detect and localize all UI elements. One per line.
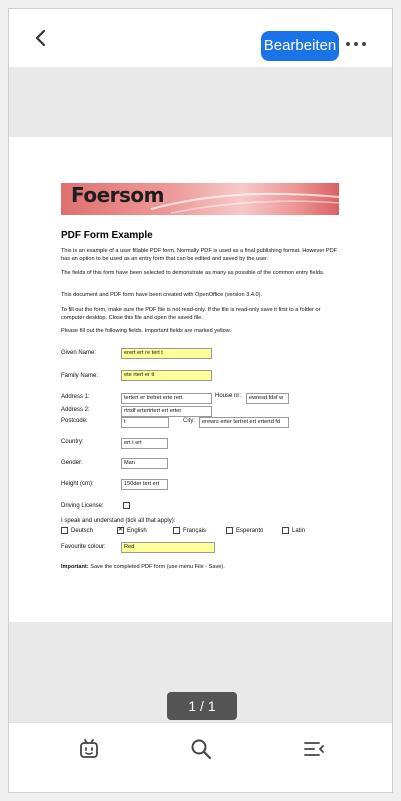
- address1-label: Address 1:: [61, 394, 90, 400]
- back-chevron-icon[interactable]: [31, 27, 51, 49]
- gender-label: Gender:: [61, 460, 83, 466]
- given-name-field[interactable]: erert ert re tert t: [121, 348, 212, 359]
- label-francais: Français: [183, 528, 207, 534]
- checkbox-deutsch[interactable]: [61, 527, 68, 534]
- foersom-logo-banner: Foersom: [61, 183, 339, 215]
- address2-field[interactable]: rtrtdf ertertrtert ert erter: [121, 406, 212, 417]
- paragraph-intro: This is an example of a user fillable PD…: [61, 248, 338, 262]
- pdf-page-content: Foersom PDF Form Example This is an exam…: [61, 137, 341, 622]
- important-text: Save the completed PDF form (use menu Fi…: [88, 564, 225, 570]
- edit-button[interactable]: Bearbeiten: [261, 31, 339, 61]
- favourite-colour-select[interactable]: Red: [121, 542, 215, 553]
- languages-label: I speak and understand (tick all that ap…: [61, 518, 176, 524]
- label-english: English: [127, 528, 147, 534]
- favourite-colour-label: Favourite colour:: [61, 544, 106, 550]
- label-deutsch: Deutsch: [71, 528, 94, 534]
- search-icon[interactable]: [189, 737, 213, 761]
- document-title: PDF Form Example: [61, 230, 153, 241]
- ai-assistant-icon[interactable]: [77, 737, 101, 761]
- paragraph-readonly: To fill out the form, make sure the PDF …: [61, 307, 321, 321]
- height-label: Height (cm):: [61, 481, 94, 487]
- app-window: Bearbeiten Foersom PDF Form Example This…: [8, 8, 393, 793]
- checkbox-latin[interactable]: [282, 527, 289, 534]
- family-name-label: Family Name:: [61, 373, 99, 379]
- paragraph-fields: The fields of this form have been select…: [61, 270, 325, 276]
- top-bar: Bearbeiten: [9, 9, 392, 67]
- address2-label: Address 2:: [61, 407, 90, 413]
- checkbox-francais[interactable]: [173, 527, 180, 534]
- page-indicator: 1 / 1: [167, 692, 237, 720]
- family-name-field[interactable]: ete rtert er tt: [121, 370, 212, 381]
- checkbox-english[interactable]: ✕: [117, 527, 124, 534]
- label-esperanto: Esperanto: [236, 528, 264, 534]
- pdf-page: Foersom PDF Form Example This is an exam…: [9, 137, 392, 622]
- house-nr-label: House nr:: [215, 393, 242, 399]
- driving-license-checkbox[interactable]: [123, 502, 130, 509]
- house-nr-field[interactable]: ewresd fdsf w: [246, 393, 289, 404]
- important-bold: Important:: [61, 564, 89, 570]
- logo-text: Foersom: [71, 183, 165, 207]
- important-note: Important: Save the completed PDF form (…: [61, 564, 225, 570]
- address1-field[interactable]: tertert er tretret erte rert: [121, 393, 212, 404]
- country-label: Country:: [61, 439, 84, 445]
- paragraph-openoffice: This document and PDF form have been cre…: [61, 292, 263, 298]
- label-latin: Latin: [292, 528, 306, 534]
- paragraph-instructions: Please fill out the following fields. Im…: [61, 328, 232, 334]
- driving-license-label: Driving License:: [61, 503, 104, 509]
- country-field[interactable]: ert t ert: [121, 438, 168, 449]
- bottom-toolbar: [9, 722, 392, 792]
- city-label: City:: [183, 418, 195, 424]
- gender-select[interactable]: Man: [121, 458, 168, 469]
- postcode-field[interactable]: t: [121, 417, 169, 428]
- more-options-icon[interactable]: [344, 37, 368, 51]
- postcode-label: Postcode:: [61, 418, 88, 424]
- city-field[interactable]: erewrs erter tertret ert ertertd fd: [199, 417, 289, 428]
- given-name-label: Given Name:: [61, 350, 97, 356]
- checkbox-esperanto[interactable]: [226, 527, 233, 534]
- outline-collapse-icon[interactable]: [302, 737, 326, 761]
- pdf-viewer[interactable]: Foersom PDF Form Example This is an exam…: [9, 67, 392, 722]
- height-field[interactable]: 150der tert ert: [121, 479, 168, 490]
